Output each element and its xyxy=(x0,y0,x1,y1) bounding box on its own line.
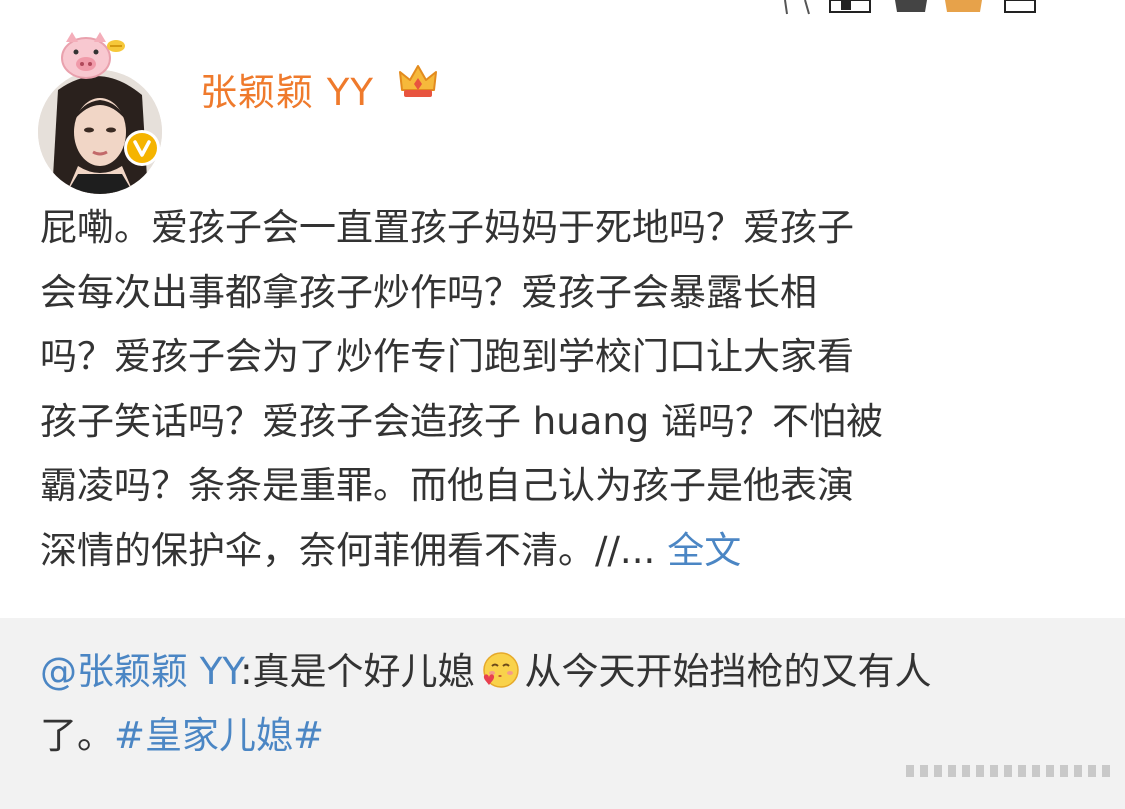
post-line: 深情的保护伞，奈何菲佣看不清。//... xyxy=(40,528,656,572)
verified-icon xyxy=(124,130,160,166)
post-line: 会每次出事都拿孩子炒作吗？爱孩子会暴露长相 xyxy=(40,270,817,314)
post-line: 吗？爱孩子会为了炒作专门跑到学校门口让大家看 xyxy=(40,335,854,378)
repost-body: @张颖颖 YY:真是个好儿媳 从今天开始挡枪的又有人 了。#皇家儿媳# xyxy=(40,640,1100,768)
kissing-heart-emoji-icon xyxy=(482,652,519,688)
repost-text: 了。 xyxy=(40,714,114,757)
hashtag-link[interactable]: #皇家儿媳# xyxy=(114,714,324,757)
repost-text: :真是个好儿媳 xyxy=(240,650,475,693)
mention-link[interactable]: @张颖颖 YY xyxy=(40,650,240,693)
post-header: 张颖颖 YY xyxy=(0,0,1125,194)
post-line-last: 深情的保护伞，奈何菲佣看不清。//... 全文 xyxy=(40,519,1090,584)
post-line: 屁嘞。爱孩子会一直置孩子妈妈于死地吗？爱孩子 xyxy=(40,206,854,249)
pig-icon xyxy=(61,32,125,79)
post-line: 霸凌吗？条条是重罪。而他自己认为孩子是他表演 xyxy=(40,464,854,507)
repost-line: 了。#皇家儿媳# xyxy=(40,704,1100,768)
avatar-container[interactable] xyxy=(38,28,168,194)
crown-icon[interactable] xyxy=(396,60,440,104)
reposted-content[interactable]: @张颖颖 YY:真是个好儿媳 从今天开始挡枪的又有人 了。#皇家儿媳# xyxy=(0,618,1125,809)
full-text-link[interactable]: 全文 xyxy=(667,529,741,572)
repost-text: 从今天开始挡枪的又有人 xyxy=(524,650,932,693)
post-line: 孩子笑话吗？爱孩子会造孩子 huang 谣吗？不怕被 xyxy=(40,399,884,443)
watermark-pattern xyxy=(906,765,1110,777)
author-name[interactable]: 张颖颖 YY xyxy=(200,62,374,116)
post-body: 屁嘞。爱孩子会一直置孩子妈妈于死地吗？爱孩子 会每次出事都拿孩子炒作吗？爱孩子会… xyxy=(40,196,1090,583)
repost-line: @张颖颖 YY:真是个好儿媳 从今天开始挡枪的又有人 xyxy=(40,640,1100,704)
